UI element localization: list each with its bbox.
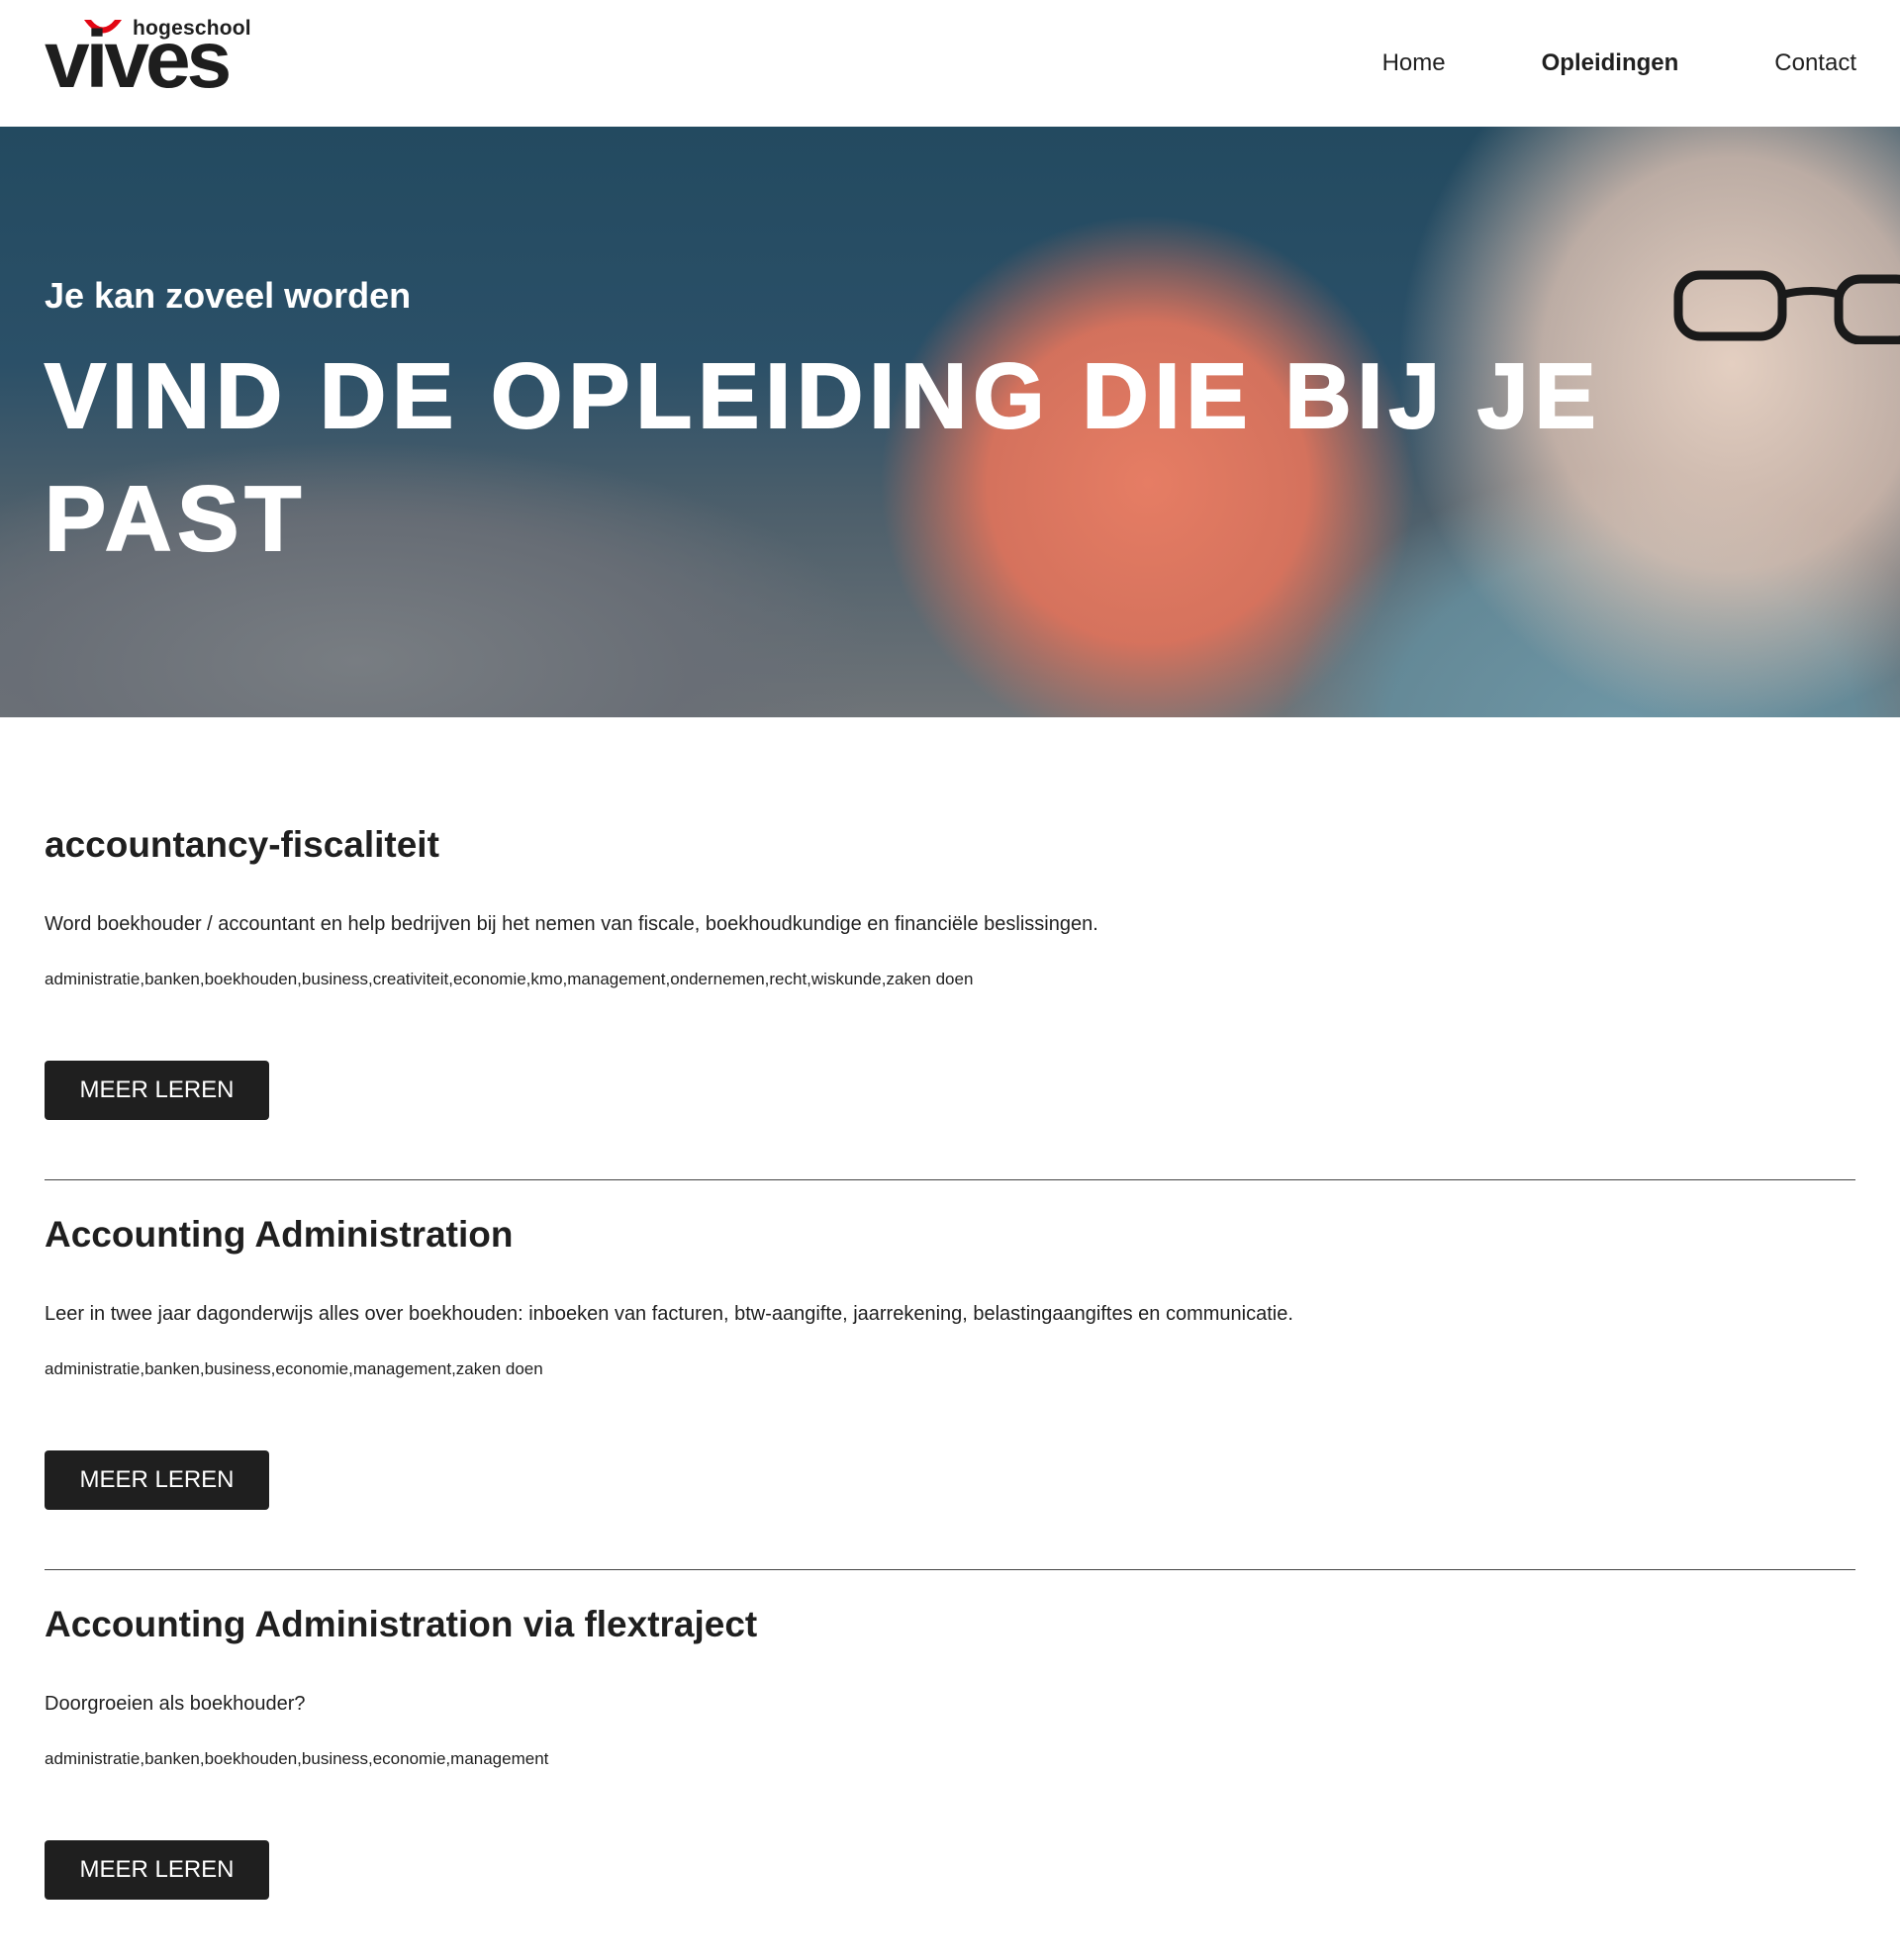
course-tags: administratie,banken,boekhouden,business… (45, 970, 974, 988)
vives-logo[interactable]: hogeschool vives (45, 14, 251, 101)
hero-photo-glasses (1673, 270, 1900, 344)
course-title: accountancy-fiscaliteit (45, 824, 439, 865)
course-description: Word boekhouder / accountant en help bed… (45, 913, 1098, 935)
course-tags: administratie,banken,boekhouden,business… (45, 1749, 549, 1768)
course-description: Doorgroeien als boekhouder? (45, 1693, 306, 1715)
hero-subtitle: Je kan zoveel worden (45, 275, 412, 316)
course-tags: administratie,banken,business,economie,m… (45, 1359, 543, 1378)
hero-title: VIND DE OPLEIDING DIE BIJ JE PAST (44, 343, 1602, 571)
course-item: Accounting Administration via flextrajec… (45, 1497, 1855, 1960)
course-description: Leer in twee jaar dagonderwijs alles ove… (45, 1303, 1293, 1325)
course-title: Accounting Administration (45, 1214, 514, 1255)
meer-leren-button[interactable]: MEER LEREN (45, 1840, 269, 1900)
hero-banner: Je kan zoveel worden VIND DE OPLEIDING D… (0, 127, 1900, 717)
site-header: hogeschool vives Home Opleidingen Contac… (0, 0, 1900, 127)
course-title: Accounting Administration via flextrajec… (45, 1604, 758, 1644)
logo-big-text: vives (45, 15, 232, 105)
nav-item-contact[interactable]: Contact (1774, 47, 1856, 79)
nav-item-opleidingen[interactable]: Opleidingen (1542, 47, 1679, 79)
nav-item-home[interactable]: Home (1382, 47, 1446, 79)
main-nav: Home Opleidingen Contact (1286, 47, 1856, 79)
